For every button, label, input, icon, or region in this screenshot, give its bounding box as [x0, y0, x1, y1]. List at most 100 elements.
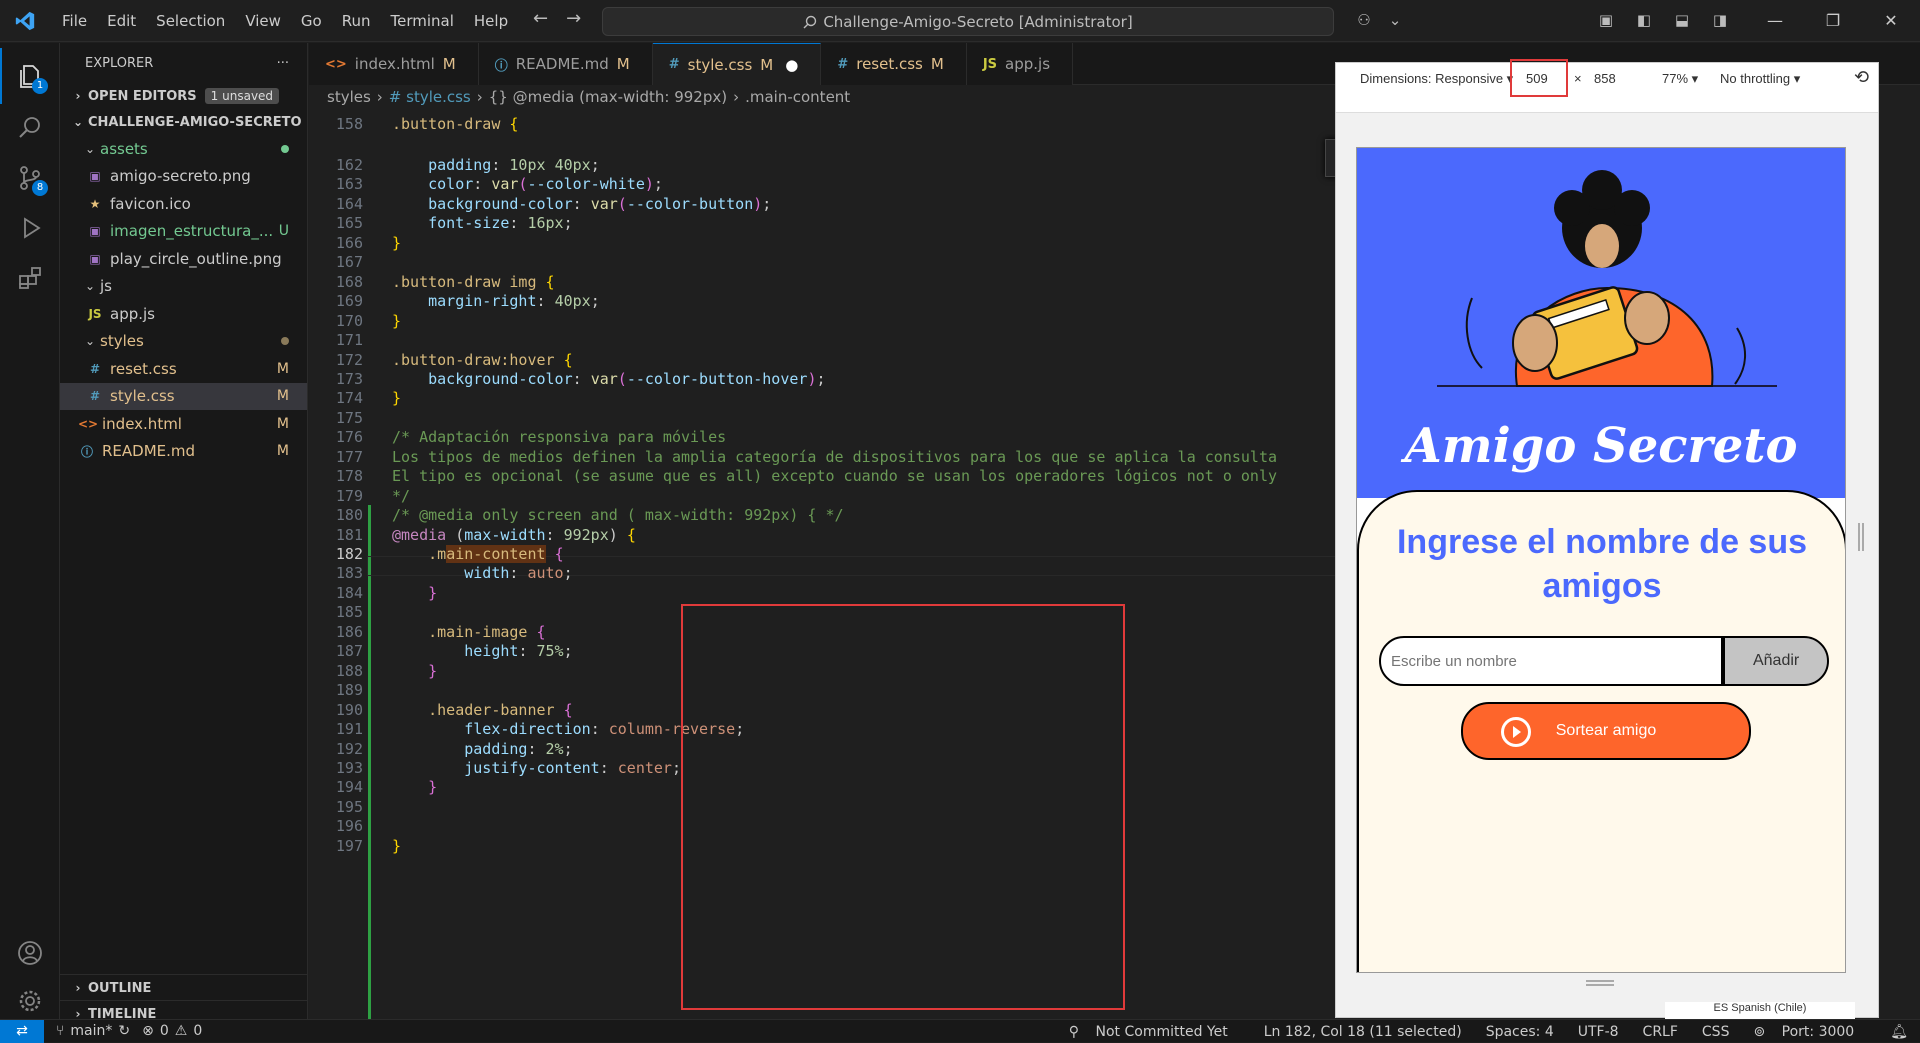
open-editors-section[interactable]: › OPEN EDITORS 1 unsaved — [60, 83, 307, 109]
remote-icon[interactable]: ⇄ — [0, 1019, 44, 1043]
tree-folder-assets[interactable]: ⌄ assets — [60, 135, 307, 163]
name-input[interactable] — [1379, 636, 1724, 686]
indentation[interactable]: Spaces: 4 — [1474, 1024, 1566, 1040]
menu-help[interactable]: Help — [464, 0, 518, 42]
menu-file[interactable]: File — [52, 0, 97, 42]
code-line[interactable]: background-color: var(--color-button); — [392, 195, 771, 213]
toggle-secondary-sidebar-icon[interactable]: ◨ — [1708, 8, 1732, 32]
tab-readme[interactable]: ⓘ README.md M — [478, 43, 653, 85]
minimize-icon[interactable]: — — [1746, 0, 1804, 42]
height-input[interactable]: 858 — [1586, 69, 1642, 89]
source-control-icon[interactable]: 8 — [0, 150, 60, 206]
code-line[interactable]: } — [392, 312, 401, 330]
breadcrumb-item[interactable]: .main-content — [745, 88, 850, 106]
back-arrow-icon[interactable]: ← — [533, 8, 548, 29]
add-button[interactable]: Añadir — [1723, 636, 1829, 686]
tree-file-readme[interactable]: ⓘ README.md M — [60, 438, 307, 466]
run-debug-icon[interactable] — [0, 200, 60, 256]
code-line[interactable]: */ — [392, 487, 410, 505]
project-section[interactable]: ⌄ CHALLENGE-AMIGO-SECRETO — [60, 109, 307, 135]
encoding[interactable]: UTF-8 — [1566, 1024, 1631, 1040]
code-line[interactable]: background-color: var(--color-button-hov… — [392, 370, 825, 388]
code-line[interactable]: height: 75%; — [392, 642, 572, 660]
end-of-line[interactable]: CRLF — [1631, 1024, 1690, 1040]
tab-app-js[interactable]: JS app.js — [966, 43, 1074, 85]
forward-arrow-icon[interactable]: → — [566, 8, 581, 29]
more-actions-icon[interactable]: ··· — [277, 56, 289, 71]
tree-folder-styles[interactable]: ⌄ styles — [60, 328, 307, 356]
code-line[interactable]: .main-content { — [392, 545, 564, 563]
code-line[interactable]: } — [392, 584, 437, 602]
tree-folder-js[interactable]: ⌄ js — [60, 273, 307, 301]
code-line[interactable]: } — [392, 778, 437, 796]
code-line[interactable]: } — [392, 662, 437, 680]
toggle-panel-icon[interactable]: ⬓ — [1670, 8, 1694, 32]
commit-status[interactable]: ⚲ Not Committed Yet — [1057, 1024, 1252, 1040]
code-line[interactable]: .main-image { — [392, 623, 545, 641]
rotate-icon[interactable]: ⟲ — [1854, 67, 1869, 88]
code-line[interactable]: justify-content: center; — [392, 759, 681, 777]
customize-layout-icon[interactable]: ▣ — [1594, 8, 1618, 32]
resize-handle-side-icon[interactable] — [1858, 523, 1864, 551]
resize-handle-icon[interactable] — [1586, 980, 1614, 986]
search-icon[interactable] — [0, 100, 60, 156]
code-line[interactable]: font-size: 16px; — [392, 214, 573, 232]
restore-icon[interactable]: ❐ — [1804, 0, 1862, 42]
menu-run[interactable]: Run — [332, 0, 381, 42]
menu-view[interactable]: View — [235, 0, 291, 42]
sticky-scroll-line[interactable]: .button-draw { — [392, 115, 518, 133]
draw-friend-button[interactable]: Sortear amigo — [1461, 702, 1751, 760]
problems-status[interactable]: ⊗ 0 ⚠ 0 — [142, 1023, 202, 1039]
menu-terminal[interactable]: Terminal — [381, 0, 464, 42]
zoom-dropdown[interactable]: 77% ▾ — [1662, 71, 1698, 87]
code-line[interactable]: padding: 2%; — [392, 740, 572, 758]
tree-file-favicon[interactable]: ★ favicon.ico — [60, 190, 307, 218]
tree-file-index-html[interactable]: <> index.html M — [60, 410, 307, 438]
code-line[interactable]: Los tipos de medios definen la amplia ca… — [392, 448, 1277, 466]
code-line[interactable]: .header-banner { — [392, 701, 573, 719]
tree-file-app-js[interactable]: JS app.js — [60, 300, 307, 328]
live-server-port[interactable]: ⊚ Port: 3000 — [1741, 1024, 1878, 1040]
dimensions-dropdown[interactable]: Dimensions: Responsive ▾ — [1360, 71, 1513, 87]
close-icon[interactable]: ✕ — [1862, 0, 1920, 42]
code-line[interactable]: /* Adaptación responsiva para móviles — [392, 428, 726, 446]
tree-file-play-circle[interactable]: ▣ play_circle_outline.png — [60, 245, 307, 273]
breadcrumb-item[interactable]: # style.css — [389, 88, 471, 106]
command-center[interactable]: Challenge-Amigo-Secreto [Administrator] — [602, 7, 1334, 36]
unsaved-dot-icon[interactable]: ● — [785, 56, 798, 74]
tab-style-css[interactable]: # style.css M ● — [652, 43, 822, 85]
notifications-bell-icon[interactable]: 🔔︎ — [1878, 1024, 1920, 1040]
tree-file-imagen-estructura[interactable]: ▣ imagen_estructura_... U — [60, 218, 307, 246]
chevron-down-icon[interactable]: ⌄ — [1389, 8, 1402, 32]
outline-section[interactable]: › OUTLINE — [60, 975, 308, 1001]
menu-selection[interactable]: Selection — [146, 0, 235, 42]
cursor-position[interactable]: Ln 182, Col 18 (11 selected) — [1252, 1024, 1474, 1040]
code-line[interactable]: color: var(--color-white); — [392, 175, 663, 193]
tab-index-html[interactable]: <> index.html M — [309, 43, 479, 85]
throttling-dropdown[interactable]: No throttling ▾ — [1720, 71, 1800, 87]
branch-status[interactable]: ⑂ main* ↻ — [56, 1023, 130, 1039]
extensions-icon[interactable] — [0, 250, 60, 306]
menu-go[interactable]: Go — [291, 0, 332, 42]
copilot-icon[interactable]: ⚇ — [1352, 8, 1376, 32]
language-mode[interactable]: CSS — [1690, 1024, 1742, 1040]
code-line[interactable]: /* @media only screen and ( max-width: 9… — [392, 506, 844, 524]
breadcrumb-item[interactable]: styles — [327, 88, 371, 106]
code-line[interactable]: .button-draw img { — [392, 273, 555, 291]
code-line[interactable]: .button-draw:hover { — [392, 351, 573, 369]
tree-file-amigo-secreto[interactable]: ▣ amigo-secreto.png — [60, 163, 307, 191]
toggle-sidebar-icon[interactable]: ◧ — [1632, 8, 1656, 32]
code-line[interactable]: } — [392, 389, 401, 407]
code-line[interactable]: margin-right: 40px; — [392, 292, 600, 310]
breadcrumb-item[interactable]: {} @media (max-width: 992px) — [489, 88, 727, 106]
explorer-icon[interactable]: 1 — [0, 48, 60, 104]
code-line[interactable]: padding: 10px 40px; — [392, 156, 600, 174]
menu-edit[interactable]: Edit — [97, 0, 146, 42]
tree-file-style-css[interactable]: # style.css M — [60, 382, 307, 410]
tab-reset-css[interactable]: # reset.css M — [821, 43, 967, 85]
code-line[interactable]: width: auto; — [392, 564, 572, 582]
code-line[interactable]: El tipo es opcional (se asume que es all… — [392, 467, 1277, 485]
media-query-ruler[interactable] — [1336, 95, 1878, 113]
code-line[interactable]: } — [392, 234, 401, 252]
language-indicator[interactable]: ES Spanish (Chile) — [1665, 1002, 1855, 1019]
